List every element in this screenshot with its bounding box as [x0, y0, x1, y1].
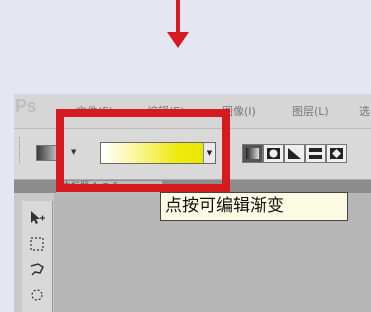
radial-gradient-button[interactable] — [263, 144, 284, 163]
marquee-tool-icon[interactable] — [28, 235, 46, 253]
reflected-gradient-icon — [309, 148, 322, 159]
lasso-tool-icon[interactable] — [28, 261, 46, 279]
angle-gradient-icon — [288, 148, 301, 159]
red-down-arrow-icon — [167, 0, 189, 48]
menu-select[interactable]: 选 — [359, 103, 370, 119]
tooltip: 点按可编辑渐变 — [160, 192, 348, 221]
tools-panel — [22, 201, 53, 312]
linear-gradient-icon — [246, 148, 259, 159]
menu-layer[interactable]: 图层(L) — [292, 103, 329, 119]
options-bar-grip[interactable] — [19, 137, 24, 163]
linear-gradient-button[interactable] — [242, 144, 263, 163]
move-tool-icon[interactable] — [28, 209, 46, 227]
reflected-gradient-button[interactable] — [305, 144, 326, 163]
diamond-gradient-button[interactable] — [326, 144, 347, 163]
quick-selection-tool-icon[interactable] — [28, 287, 46, 305]
angle-gradient-button[interactable] — [284, 144, 305, 163]
radial-gradient-icon — [267, 148, 280, 159]
highlight-box — [56, 109, 230, 192]
diamond-gradient-icon — [330, 148, 343, 159]
ps-logo: Ps — [15, 96, 37, 116]
